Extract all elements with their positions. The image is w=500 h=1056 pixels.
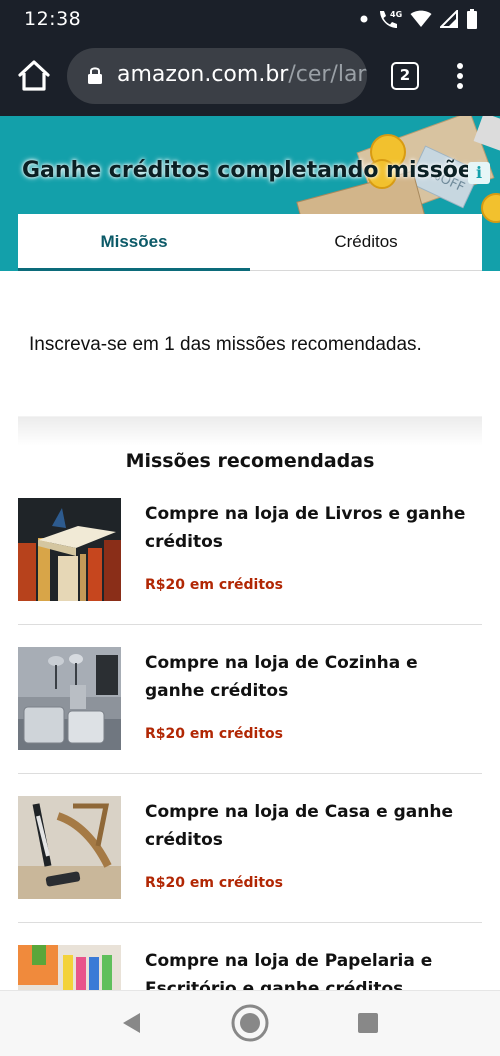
network-label: 4G <box>390 10 402 19</box>
browser-toolbar: amazon.com.br/cer/lanc 2 <box>0 40 500 116</box>
system-nav-bar <box>0 990 500 1056</box>
status-icons: 4G <box>360 8 478 30</box>
overflow-menu-icon[interactable] <box>448 56 472 96</box>
banner-title: Ganhe créditos completando missões <box>22 158 486 183</box>
kitchen-image <box>18 647 121 750</box>
mission-name[interactable]: Compre na loja de Livros e ganhe crédito… <box>145 500 475 556</box>
wifi-call-icon: 4G <box>380 10 402 28</box>
back-icon[interactable] <box>120 1011 142 1035</box>
mission-name[interactable]: Compre na loja de Cozinha e ganhe crédit… <box>145 649 475 705</box>
mission-item-casa[interactable]: Compre na loja de Casa e ganhe créditos … <box>18 796 482 944</box>
section-separator <box>18 416 482 446</box>
mission-item-livros[interactable]: Compre na loja de Livros e ganhe crédito… <box>18 498 482 646</box>
divider <box>18 624 482 625</box>
mission-reward: R$20 em créditos <box>145 726 283 742</box>
tab-bar: Missões Créditos <box>18 214 482 271</box>
recents-icon[interactable] <box>358 1013 378 1033</box>
wifi-icon <box>410 10 432 27</box>
divider <box>18 773 482 774</box>
home-icon[interactable] <box>14 56 54 96</box>
signal-icon <box>440 10 458 28</box>
home-nav-icon[interactable] <box>229 1002 271 1044</box>
mission-reward: R$20 em créditos <box>145 577 283 593</box>
url-path: /cer/lanc <box>288 62 367 87</box>
notification-dot-icon <box>360 15 368 23</box>
section-title: Missões recomendadas <box>125 450 375 472</box>
books-image <box>18 498 121 601</box>
url-host: amazon.com.br <box>117 62 289 87</box>
tab-missoes[interactable]: Missões <box>18 214 250 271</box>
mission-reward: R$20 em créditos <box>145 875 283 891</box>
status-bar: 12:38 4G <box>0 0 500 40</box>
enroll-instructions: Inscreva-se em 1 das missões recomendada… <box>29 334 422 355</box>
mission-name[interactable]: Compre na loja de Casa e ganhe créditos <box>145 798 475 854</box>
lock-icon <box>88 67 102 84</box>
url-text: amazon.com.br/cer/lanc <box>117 62 367 87</box>
address-bar[interactable]: amazon.com.br/cer/lanc <box>67 48 367 104</box>
status-time: 12:38 <box>24 8 82 30</box>
divider <box>18 922 482 923</box>
home-vacuum-image <box>18 796 121 899</box>
tab-creditos[interactable]: Créditos <box>250 214 482 271</box>
tab-switcher-button[interactable]: 2 <box>391 62 419 90</box>
battery-icon <box>467 9 477 29</box>
mission-item-cozinha[interactable]: Compre na loja de Cozinha e ganhe crédit… <box>18 647 482 795</box>
info-icon[interactable]: i <box>468 162 490 184</box>
